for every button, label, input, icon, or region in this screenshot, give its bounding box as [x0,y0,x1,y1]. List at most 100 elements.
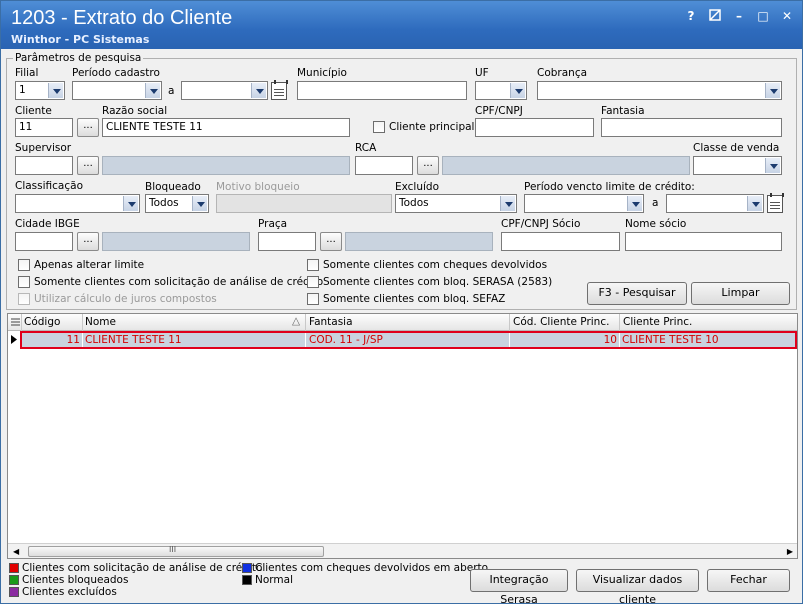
cpf-cnpj-input[interactable] [475,118,594,137]
cliente-input[interactable]: 11 [15,118,73,137]
vencto-inicio-select[interactable] [524,194,644,213]
praca-input[interactable] [258,232,316,251]
fechar-button[interactable]: Fechar [707,569,790,592]
filial-select[interactable]: 1 [15,81,65,100]
vencto-fim-select[interactable] [666,194,764,213]
excluido-select[interactable]: Todos [395,194,517,213]
col-nome[interactable]: Nome [85,316,116,328]
scroll-left-icon[interactable]: ◀ [13,547,19,556]
scroll-right-icon[interactable]: ▶ [787,547,793,556]
bloq-serasa-checkbox[interactable]: Somente clientes com bloq. SERASA (2583) [307,276,552,288]
cell-cliente-princ: CLIENTE TESTE 10 [622,334,719,346]
chevron-down-icon [145,83,160,98]
supervisor-name-display [102,156,350,175]
col-fantasia[interactable]: Fantasia [309,316,353,328]
municipio-input[interactable] [297,81,467,100]
rca-label: RCA [355,142,377,154]
fantasia-input[interactable] [601,118,782,137]
classe-venda-label: Classe de venda [693,142,780,154]
periodo-a-label: a [168,85,175,97]
motivo-bloqueio-label: Motivo bloqueio [216,181,300,193]
uf-label: UF [475,67,489,79]
nome-socio-label: Nome sócio [625,218,687,230]
juros-compostos-checkbox: Utilizar cálculo de juros compostos [18,293,217,305]
bloq-sefaz-checkbox[interactable]: Somente clientes com bloq. SEFAZ [307,293,505,305]
cobranca-label: Cobrança [537,67,588,79]
legend-solicitacao: Clientes com solicitação de análise de c… [9,562,262,574]
bloqueado-select[interactable]: Todos [145,194,209,213]
praca-name-display [345,232,493,251]
periodo-inicio-select[interactable] [72,81,162,100]
minimize-button[interactable]: – [732,9,746,23]
motivo-bloqueio-input [216,194,392,213]
bloqueado-label: Bloqueado [145,181,201,193]
visualizar-dados-button[interactable]: Visualizar dados cliente [576,569,699,606]
window-subtitle: Winthor - PC Sistemas [11,33,150,46]
vencto-a-label: a [652,197,659,209]
cidade-lookup-button[interactable]: ... [77,232,99,251]
classe-venda-select[interactable] [693,156,782,175]
cliente-lookup-button[interactable]: ... [77,118,99,137]
supervisor-input[interactable] [15,156,73,175]
cell-nome: CLIENTE TESTE 11 [85,334,182,346]
cobranca-select[interactable] [537,81,782,100]
supervisor-lookup-button[interactable]: ... [77,156,99,175]
calendar-icon[interactable] [767,193,784,213]
cheques-devolvidos-checkbox[interactable]: Somente clientes com cheques devolvidos [307,259,547,271]
scroll-thumb[interactable]: III [28,545,324,557]
nome-socio-input[interactable] [625,232,782,251]
uf-select[interactable] [475,81,527,100]
legend-excluidos: Clientes excluídos [9,586,117,598]
main-window: 1203 - Extrato do Cliente Winthor - PC S… [0,0,803,606]
municipio-label: Município [297,67,347,79]
apenas-alterar-limite-checkbox[interactable]: Apenas alterar limite [18,259,144,271]
fantasia-label: Fantasia [601,105,645,117]
col-codigo[interactable]: Código [24,316,60,328]
solicitacao-credito-checkbox[interactable]: Somente clientes com solicitação de anál… [18,276,323,288]
results-grid[interactable]: Código Nome △ Fantasia Cód. Cliente Prin… [7,313,798,559]
chevron-down-icon [627,196,642,211]
legend-normal: Normal [242,574,293,586]
chevron-down-icon [510,83,525,98]
chevron-down-icon [123,196,138,211]
cliente-principal-checkbox[interactable]: Cliente principal [373,121,474,133]
close-button[interactable]: ✕ [780,9,794,23]
column-chooser-icon[interactable] [11,318,20,330]
rca-lookup-button[interactable]: ... [417,156,439,175]
help-button[interactable]: ? [684,9,698,23]
horizontal-scrollbar[interactable]: ◀ III ▶ [8,543,797,558]
search-params-label: Parâmetros de pesquisa [13,52,144,64]
razao-social-input[interactable]: CLIENTE TESTE 11 [102,118,350,137]
cell-codigo: 11 [66,334,80,346]
chevron-down-icon [251,83,266,98]
col-cod-cliente-princ[interactable]: Cód. Cliente Princ. [513,316,609,328]
table-row[interactable]: 11 CLIENTE TESTE 11 COD. 11 - J/SP 10 CL… [20,331,797,349]
periodo-fim-select[interactable] [181,81,268,100]
chevron-down-icon [500,196,515,211]
pesquisar-button[interactable]: F3 - Pesquisar [587,282,687,305]
restore-icon[interactable] [708,9,722,23]
maximize-button[interactable]: □ [756,9,770,23]
classificacao-label: Classificação [15,180,83,192]
excluido-label: Excluído [395,181,440,193]
chevron-down-icon [747,196,762,211]
supervisor-label: Supervisor [15,142,72,154]
chevron-down-icon [765,158,780,173]
sort-ascending-icon: △ [292,315,301,327]
cpf-cnpj-label: CPF/CNPJ [475,105,523,117]
integracao-serasa-button[interactable]: Integração Serasa [470,569,568,606]
cidade-ibge-label: Cidade IBGE [15,218,80,230]
cell-cod-cliente-princ: 10 [603,334,617,346]
cidade-ibge-input[interactable] [15,232,73,251]
cpf-socio-input[interactable] [501,232,620,251]
col-cliente-princ[interactable]: Cliente Princ. [623,316,692,328]
calendar-icon[interactable] [271,80,288,100]
limpar-button[interactable]: Limpar [691,282,790,305]
window-title: 1203 - Extrato do Cliente [11,7,233,29]
praca-lookup-button[interactable]: ... [320,232,342,251]
chevron-down-icon [192,196,207,211]
periodo-vencto-label: Período vencto limite de crédito: [524,181,695,193]
rca-input[interactable] [355,156,413,175]
chevron-down-icon [765,83,780,98]
classificacao-select[interactable] [15,194,140,213]
